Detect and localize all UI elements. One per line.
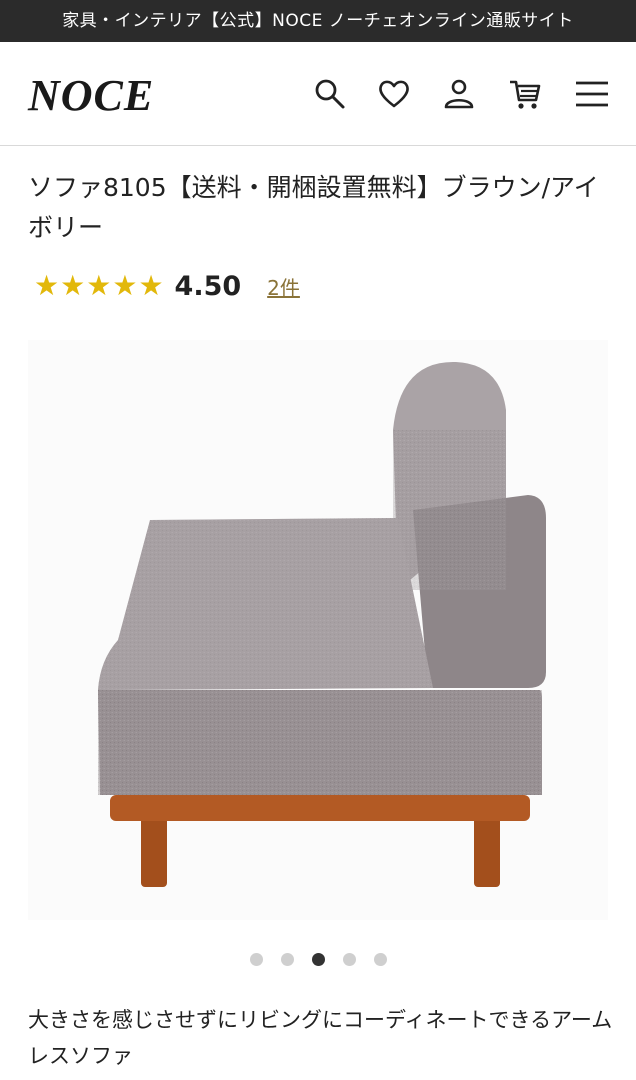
product-title: ソファ8105【送料・開梱設置無料】ブラウン/アイボリー: [28, 173, 599, 242]
star-icon: ★: [60, 269, 86, 302]
menu-icon: [576, 81, 608, 107]
gallery-dot-active[interactable]: [311, 953, 325, 966]
heart-icon: [379, 80, 409, 108]
account-button[interactable]: [440, 75, 478, 113]
star-icon: ★: [86, 269, 112, 302]
star-icon: ★: [112, 269, 138, 302]
product-image[interactable]: [28, 340, 608, 920]
rating-value: 4.50: [174, 270, 242, 302]
product-description: 大きさを感じさせずにリビングにコーディネートできるアームレスソファ: [28, 1008, 613, 1068]
star-icon: ★: [34, 269, 60, 302]
cart-icon: [510, 80, 541, 109]
top-banner: 家具・インテリア【公式】NOCE ノーチェオンライン通販サイト: [0, 0, 636, 42]
site-logo[interactable]: NOCE: [28, 70, 154, 121]
gallery-dot[interactable]: [373, 953, 387, 966]
gallery-dot[interactable]: [280, 953, 294, 966]
user-icon: [444, 79, 474, 109]
cart-button[interactable]: [506, 75, 544, 113]
product-rating: ★ ★ ★ ★ ★ 4.50 2件: [34, 266, 300, 306]
search-button[interactable]: [311, 75, 349, 113]
favorite-button[interactable]: [375, 75, 413, 113]
rating-stars: ★ ★ ★ ★ ★: [34, 272, 165, 300]
gallery-pagination: [0, 953, 636, 971]
top-banner-text: 家具・インテリア【公式】NOCE ノーチェオンライン通販サイト: [62, 11, 574, 31]
star-icon: ★: [138, 269, 164, 302]
reviews-link[interactable]: 2件: [267, 272, 300, 301]
search-icon: [315, 79, 345, 109]
site-header: NOCE: [0, 42, 636, 146]
gallery-dot[interactable]: [249, 953, 263, 966]
sofa-image: [98, 361, 546, 887]
menu-button[interactable]: [573, 75, 611, 113]
gallery-dot[interactable]: [342, 953, 356, 966]
